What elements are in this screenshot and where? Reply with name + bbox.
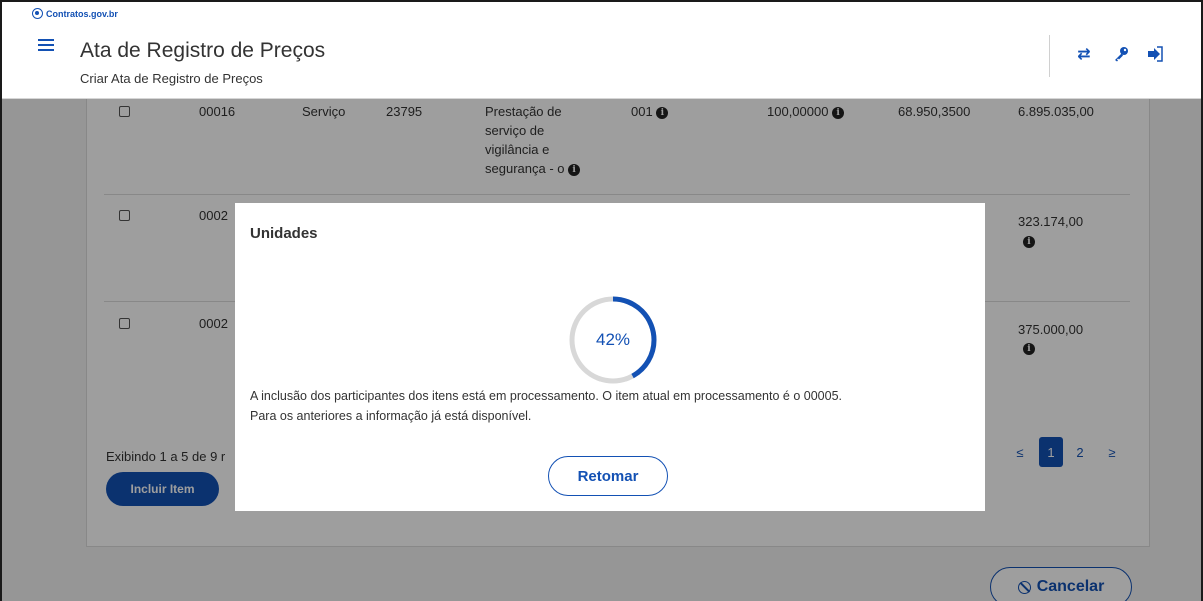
logout-icon[interactable] xyxy=(1146,46,1164,64)
brand-name: Contratos.gov.br xyxy=(46,8,118,19)
brand[interactable]: Contratos.gov.br xyxy=(32,8,118,19)
progress-label: 42% xyxy=(595,330,631,349)
page-subtitle: Criar Ata de Registro de Preços xyxy=(80,71,263,86)
modal-title: Unidades xyxy=(250,225,318,242)
processing-message: A inclusão dos participantes dos itens e… xyxy=(250,386,970,426)
swap-icon[interactable]: ⇄ xyxy=(1075,46,1093,64)
units-modal: Unidades 42% A inclusão dos participante… xyxy=(235,203,985,511)
page-title: Ata de Registro de Preços xyxy=(80,39,326,62)
message-line: Para os anteriores a informação já está … xyxy=(250,409,532,423)
brand-logo-icon xyxy=(32,8,43,19)
header-divider xyxy=(1049,35,1050,77)
menu-icon[interactable] xyxy=(38,39,54,53)
message-line: A inclusão dos participantes dos itens e… xyxy=(250,389,842,403)
progress-indicator: 42% xyxy=(568,295,658,385)
key-icon[interactable] xyxy=(1112,46,1130,64)
app-header: Contratos.gov.br Ata de Registro de Preç… xyxy=(2,2,1201,99)
resume-button[interactable]: Retomar xyxy=(548,456,668,496)
